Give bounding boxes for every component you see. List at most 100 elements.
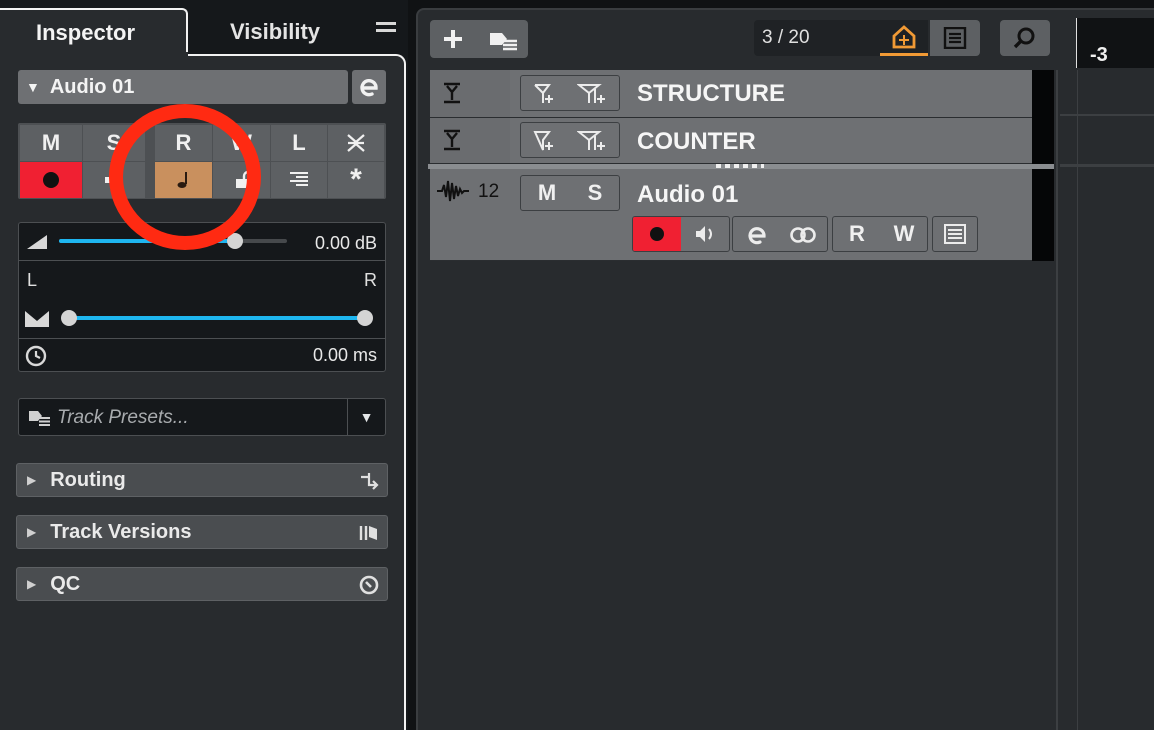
track-name-audio-01[interactable]: Audio 01 [637,181,738,209]
link-icon[interactable] [789,226,817,244]
record-dot-icon [43,172,59,188]
toolbar-left-group [430,20,528,58]
track-number: 12 [478,181,500,202]
lanes-button[interactable] [271,162,327,198]
presets-dropdown-button[interactable]: ▼ [347,399,385,435]
list-icon [943,27,967,49]
track-row-counter[interactable]: COUNTER [430,118,1032,164]
marker-tools-group [520,75,620,111]
track-counter: 3 / 20 [754,20,880,56]
pan-labels-row: L R [19,261,385,297]
add-marker-icon[interactable] [533,130,557,152]
track-solo-button[interactable]: S [573,178,617,208]
inspector-track-header[interactable]: ▼ Audio 01 [18,70,348,104]
pan-left-handle[interactable] [61,310,77,326]
tab-inspector[interactable]: Inspector [0,8,188,56]
track-presets-icon[interactable] [488,29,518,51]
search-icon [1013,27,1035,49]
delay-value[interactable]: 0.00 ms [313,345,377,366]
collapse-triangle-icon: ▼ [26,79,40,95]
mute-solo-group: M S [520,175,620,211]
expand-triangle-icon: ▶ [27,473,37,487]
track-row-separator [1060,164,1154,167]
home-focus-icon [892,24,916,48]
section-routing[interactable]: ▶ Routing [16,463,388,497]
pan-row [19,297,385,339]
tab-joiner [0,52,188,58]
delay-row: 0.00 ms [19,339,385,371]
chevron-down-icon: ▼ [359,409,374,425]
track-monitor-button[interactable] [683,217,729,251]
ruler-bar-number: -3 [1090,44,1108,66]
track-mute-button[interactable]: M [525,178,569,208]
record-enable-button[interactable] [20,162,82,198]
add-track-icon[interactable] [442,28,464,50]
lanes-icon [944,224,966,244]
edit-channel-icon [360,79,378,97]
track-row-audio-01[interactable]: 12 M S Audio 01 R W [430,169,1032,261]
presets-icon [29,411,50,426]
track-record-button[interactable] [633,217,681,251]
delay-clock-icon [25,345,47,367]
track-area-divider [1056,70,1058,730]
expand-triangle-icon: ▶ [27,525,37,539]
bar-gridline [1077,70,1078,730]
pan-left-label: L [27,270,38,290]
track-name-counter[interactable]: COUNTER [637,128,756,156]
section-track-versions[interactable]: ▶ Track Versions [16,515,388,549]
track-list-button[interactable] [930,20,980,56]
add-cycle-marker-icon[interactable] [577,83,609,105]
add-marker-icon[interactable] [533,83,557,105]
marker-tools-group [520,122,620,158]
annotation-highlight-circle [109,104,261,250]
ruler[interactable] [1076,18,1154,68]
track-list-scroll-edge [1032,118,1054,164]
freeze-icon [347,134,365,152]
track-lanes-button[interactable] [932,216,978,252]
panel-menu-icon[interactable] [376,22,396,36]
pan-right-handle[interactable] [357,310,373,326]
track-name-structure[interactable]: STRUCTURE [637,80,785,108]
inspector-track-name: Audio 01 [49,75,135,98]
volume-icon [27,235,47,249]
search-button[interactable] [1000,20,1050,56]
edit-channel-icon[interactable] [745,223,769,247]
section-routing-label: Routing [50,468,126,491]
qc-icon [359,575,379,595]
expand-triangle-icon: ▶ [27,577,37,591]
record-monitor-group [632,216,730,252]
freeze-button[interactable] [328,125,384,161]
marker-track-icon [444,129,460,151]
routing-icon [361,473,379,490]
speaker-icon [696,226,712,242]
marker-track-icon [444,82,460,104]
track-write-button[interactable]: W [881,219,927,249]
track-presets-field[interactable]: Track Presets... ▼ [18,398,386,436]
edit-channel-button[interactable] [352,70,386,104]
track-row-structure[interactable]: STRUCTURE [430,70,1032,118]
track-read-button[interactable]: R [835,219,879,249]
record-dot-icon [650,227,664,241]
pan-icon [25,311,49,327]
mute-button[interactable]: M [20,125,82,161]
track-row-separator [1060,114,1154,116]
lanes-icon [290,172,308,186]
audio-waveform-icon [437,180,469,202]
tab-visibility[interactable]: Visibility [190,10,360,54]
track-list-scroll-edge [1032,70,1054,118]
track-list-scroll-edge [1032,169,1054,261]
section-track-versions-label: Track Versions [50,520,192,543]
divider-grip-icon[interactable] [716,164,764,168]
show-track-area-button[interactable] [880,20,928,56]
section-qc-label: QC [50,572,81,595]
volume-value[interactable]: 0.00 dB [315,233,377,254]
star-button[interactable]: * [328,162,384,198]
pan-right-label: R [364,270,377,290]
pan-slider-track[interactable] [69,316,365,320]
section-qc[interactable]: ▶ QC [16,567,388,601]
lock-button[interactable]: L [271,125,327,161]
track-presets-placeholder: Track Presets... [57,407,189,428]
edit-link-group [732,216,828,252]
add-cycle-marker-icon[interactable] [577,130,609,152]
asterisk-icon: * [350,163,362,196]
